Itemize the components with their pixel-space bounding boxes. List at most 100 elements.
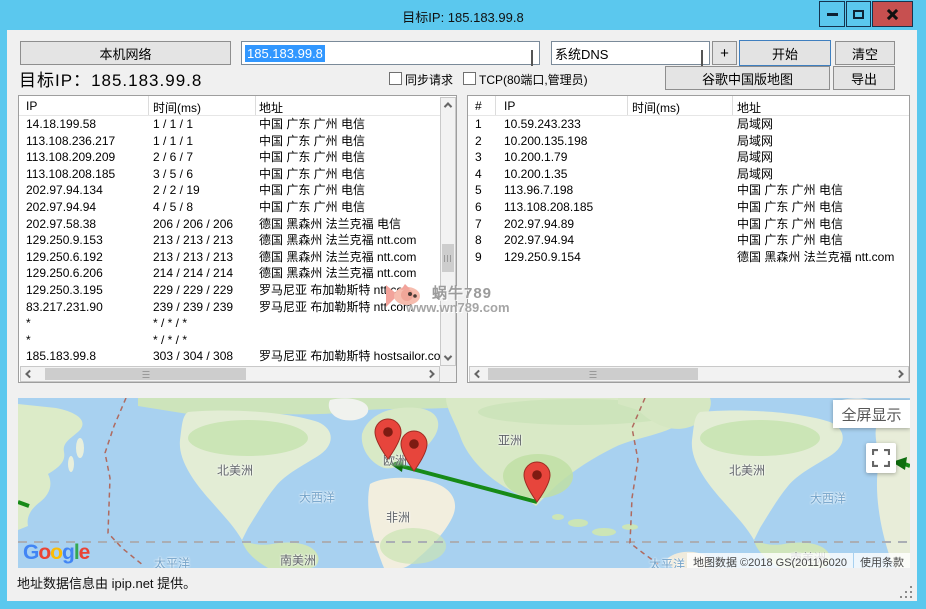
target-ip-value: 185.183.99.8 (245, 45, 325, 62)
scrollbar-thumb[interactable] (488, 368, 698, 380)
scroll-up-button[interactable] (441, 98, 455, 112)
trace-ip: 83.217.231.90 (19, 299, 149, 316)
trace-time: 214 / 214 / 214 (149, 265, 256, 282)
scroll-left-button[interactable] (21, 367, 35, 381)
trace-row[interactable]: 113.108.236.217 1 / 1 / 1 中国 广东 广州 电信 (19, 133, 456, 150)
start-button[interactable]: 开始 (739, 40, 831, 66)
column-header-ip[interactable]: IP (19, 96, 149, 115)
fullscreen-button[interactable]: 全屏显示 (833, 400, 910, 428)
route-addr: 局域网 (733, 133, 909, 150)
export-button[interactable]: 导出 (833, 66, 895, 90)
google-logo[interactable]: Google (23, 541, 89, 565)
dns-combobox[interactable]: 系统DNS (551, 41, 710, 65)
route-row[interactable]: 6 113.108.208.185 中国 广东 广州 电信 (468, 199, 909, 216)
route-row[interactable]: 4 10.200.1.35 局域网 (468, 166, 909, 183)
route-row[interactable]: 9 129.250.9.154 德国 黑森州 法兰克福 ntt.com (468, 249, 909, 266)
horizontal-scrollbar[interactable] (469, 366, 909, 382)
route-addr: 中国 广东 广州 电信 (733, 199, 909, 216)
sync-request-checkbox[interactable] (389, 72, 402, 85)
route-row[interactable]: 7 202.97.94.89 中国 广东 广州 电信 (468, 216, 909, 233)
trace-addr (256, 315, 456, 332)
trace-row[interactable]: 129.250.9.153 213 / 213 / 213 德国 黑森州 法兰克… (19, 232, 456, 249)
scrollbar-corner (440, 366, 456, 382)
map-attribution: 地图数据 ©2018 GS(2011)6020 (687, 553, 853, 568)
map-pin[interactable] (400, 430, 428, 472)
trace-row[interactable]: * * / * / * (19, 315, 456, 332)
scrollbar-thumb[interactable] (442, 244, 454, 272)
trace-ip: 129.250.3.195 (19, 282, 149, 299)
route-row[interactable]: 8 202.97.94.94 中国 广东 广州 电信 (468, 232, 909, 249)
route-row[interactable]: 1 10.59.243.233 局域网 (468, 116, 909, 133)
scroll-left-button[interactable] (470, 367, 484, 381)
column-header-addr[interactable]: 地址 (256, 96, 456, 115)
trace-row[interactable]: 129.250.6.206 214 / 214 / 214 德国 黑森州 法兰克… (19, 265, 456, 282)
trace-row[interactable]: * * / * / * (19, 332, 456, 349)
route-time (628, 116, 733, 133)
maximize-icon (853, 10, 864, 19)
trace-time: * / * / * (149, 315, 256, 332)
world-map[interactable]: 北美洲大西洋欧洲非洲南美洲太平洋亚洲北美洲大西洋南美洲太平洋 全屏显示 (18, 398, 910, 568)
trace-time: 3 / 5 / 6 (149, 166, 256, 183)
route-row[interactable]: 3 10.200.1.79 局域网 (468, 149, 909, 166)
route-ip: 10.200.135.198 (496, 133, 628, 150)
horizontal-scrollbar[interactable] (20, 366, 440, 382)
scrollbar-thumb[interactable] (45, 368, 246, 380)
trace-row[interactable]: 202.97.94.134 2 / 2 / 19 中国 广东 广州 电信 (19, 182, 456, 199)
trace-row[interactable]: 129.250.3.195 229 / 229 / 229 罗马尼亚 布加勒斯特… (19, 282, 456, 299)
trace-row[interactable]: 113.108.208.185 3 / 5 / 6 中国 广东 广州 电信 (19, 166, 456, 183)
trace-time: 239 / 239 / 239 (149, 299, 256, 316)
google-logo-letter: o (50, 541, 62, 564)
scroll-right-button[interactable] (425, 367, 439, 381)
vertical-scrollbar[interactable] (440, 97, 456, 366)
route-addr: 中国 广东 广州 电信 (733, 182, 909, 199)
trace-time: 1 / 1 / 1 (149, 133, 256, 150)
trace-row[interactable]: 14.18.199.58 1 / 1 / 1 中国 广东 广州 电信 (19, 116, 456, 133)
column-header-time[interactable]: 时间(ms) (628, 96, 733, 115)
tcp-mode-checkbox[interactable] (463, 72, 476, 85)
route-ip: 113.96.7.198 (496, 182, 628, 199)
map-pin[interactable] (374, 418, 402, 460)
map-pin[interactable] (523, 461, 551, 503)
resize-grip[interactable] (898, 584, 914, 599)
route-addr: 德国 黑森州 法兰克福 ntt.com (733, 249, 909, 266)
fullscreen-icon[interactable] (866, 443, 896, 473)
local-network-button[interactable]: 本机网络 (20, 41, 231, 65)
minimize-button[interactable] (819, 1, 845, 27)
trace-row[interactable]: 202.97.94.94 4 / 5 / 8 中国 广东 广州 电信 (19, 199, 456, 216)
chevron-down-icon[interactable] (531, 50, 533, 64)
trace-row[interactable]: 129.250.6.192 213 / 213 / 213 德国 黑森州 法兰克… (19, 249, 456, 266)
trace-rows: 14.18.199.58 1 / 1 / 1 中国 广东 广州 电信 113.1… (19, 116, 456, 366)
terms-link[interactable]: 使用条款 (854, 553, 910, 568)
trace-addr: 德国 黑森州 法兰克福 ntt.com (256, 249, 456, 266)
route-num: 1 (468, 116, 496, 133)
clear-button[interactable]: 清空 (835, 41, 895, 65)
route-num: 9 (468, 249, 496, 266)
scroll-down-button[interactable] (441, 351, 455, 365)
close-button[interactable] (872, 1, 913, 27)
trace-addr: 罗马尼亚 布加勒斯特 hostsailor.com (256, 348, 456, 365)
maximize-button[interactable] (846, 1, 871, 27)
column-header-ip[interactable]: IP (496, 96, 628, 115)
trace-row[interactable]: 83.217.231.90 239 / 239 / 239 罗马尼亚 布加勒斯特… (19, 299, 456, 316)
trace-row[interactable]: 113.108.209.209 2 / 6 / 7 中国 广东 广州 电信 (19, 149, 456, 166)
trace-row[interactable]: 202.97.58.38 206 / 206 / 206 德国 黑森州 法兰克福… (19, 216, 456, 233)
trace-addr: 中国 广东 广州 电信 (256, 182, 456, 199)
route-row[interactable]: 2 10.200.135.198 局域网 (468, 133, 909, 150)
column-header-addr[interactable]: 地址 (733, 96, 909, 115)
trace-row[interactable]: 185.183.99.8 303 / 304 / 308 罗马尼亚 布加勒斯特 … (19, 348, 456, 365)
target-ip-combobox[interactable]: 185.183.99.8 (241, 41, 540, 65)
trace-addr: 罗马尼亚 布加勒斯特 ntt.com (256, 282, 456, 299)
chevron-down-icon[interactable] (701, 50, 703, 64)
sync-request-label: 同步请求 (405, 71, 453, 88)
google-china-map-button[interactable]: 谷歌中国版地图 (665, 66, 830, 90)
trace-ip: 113.108.208.185 (19, 166, 149, 183)
column-header-num[interactable]: # (468, 96, 496, 115)
route-table-header: # IP 时间(ms) 地址 (468, 96, 909, 116)
add-dns-button[interactable]: + (712, 41, 737, 65)
column-header-time[interactable]: 时间(ms) (149, 96, 256, 115)
status-bar: 地址数据信息由 ipip.net 提供。 (17, 573, 196, 592)
scroll-right-button[interactable] (894, 367, 908, 381)
route-row[interactable]: 5 113.96.7.198 中国 广东 广州 电信 (468, 182, 909, 199)
trace-time: 213 / 213 / 213 (149, 249, 256, 266)
map-region-label: 大西洋 (299, 489, 335, 506)
